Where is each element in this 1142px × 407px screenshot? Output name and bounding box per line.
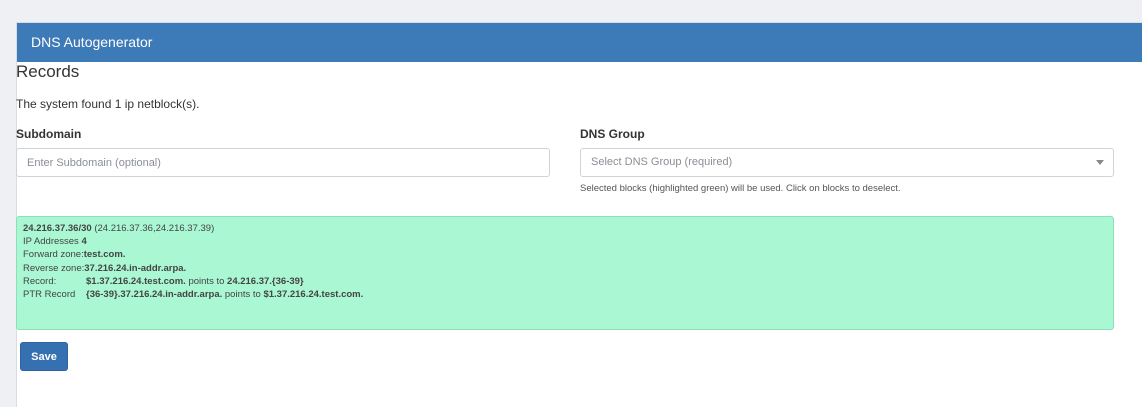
save-button[interactable]: Save bbox=[20, 342, 68, 371]
subdomain-input[interactable] bbox=[16, 148, 550, 177]
reverse-zone-value: 37.216.24.in-addr.arpa. bbox=[84, 262, 187, 274]
netblock-range: (24.216.37.36,24.216.37.39) bbox=[94, 223, 215, 234]
ip-addresses-row: IP Addresses 4 bbox=[23, 235, 1107, 248]
ptr-record-target: $1.37.216.24.test.com. bbox=[263, 289, 364, 301]
ptr-points-text: points to bbox=[222, 289, 264, 301]
ptr-record-label: PTR Record bbox=[23, 289, 76, 301]
chevron-down-icon bbox=[1096, 160, 1104, 165]
dns-group-help-text: Selected blocks (highlighted green) will… bbox=[580, 183, 901, 194]
dns-group-label: DNS Group bbox=[580, 127, 645, 141]
ip-addresses-label: IP Addresses bbox=[23, 236, 79, 248]
record-label: Record: bbox=[23, 275, 57, 287]
netblock-count-text: The system found 1 ip netblock(s). bbox=[16, 97, 200, 111]
ptr-record-name: {36-39}.37.216.24.in-addr.arpa. bbox=[86, 289, 223, 301]
reverse-zone-label: Reverse zone: bbox=[23, 262, 85, 274]
reverse-zone-row: Reverse zone:37.216.24.in-addr.arpa. bbox=[23, 262, 1107, 275]
netblock-cidr: 24.216.37.36/30 bbox=[23, 223, 92, 234]
dns-group-select-placeholder: Select DNS Group (required) bbox=[591, 156, 733, 168]
forward-zone-value: test.com. bbox=[83, 249, 126, 261]
netblock-row: 24.216.37.36/30 (24.216.37.36,24.216.37.… bbox=[23, 222, 1107, 235]
netblock-card[interactable]: 24.216.37.36/30 (24.216.37.36,24.216.37.… bbox=[16, 216, 1114, 330]
record-target: 24.216.37.{36-39} bbox=[227, 275, 304, 287]
subdomain-label: Subdomain bbox=[16, 127, 82, 141]
record-name: $1.37.216.24.test.com. bbox=[86, 275, 186, 287]
record-row: Record: $1.37.216.24.test.com. points to … bbox=[23, 275, 1107, 288]
forward-zone-row: Forward zone:test.com. bbox=[23, 248, 1107, 261]
dns-group-select[interactable]: Select DNS Group (required) bbox=[580, 148, 1114, 177]
record-points-text: points to bbox=[185, 275, 228, 287]
panel-title: DNS Autogenerator bbox=[17, 23, 1142, 62]
dns-autogenerator-panel: DNS Autogenerator bbox=[16, 22, 1142, 407]
ip-addresses-count: 4 bbox=[81, 236, 87, 248]
ptr-record-row: PTR Record {36-39}.37.216.24.in-addr.arpa… bbox=[23, 288, 1107, 301]
forward-zone-label: Forward zone: bbox=[23, 249, 84, 261]
records-heading: Records bbox=[16, 62, 80, 81]
